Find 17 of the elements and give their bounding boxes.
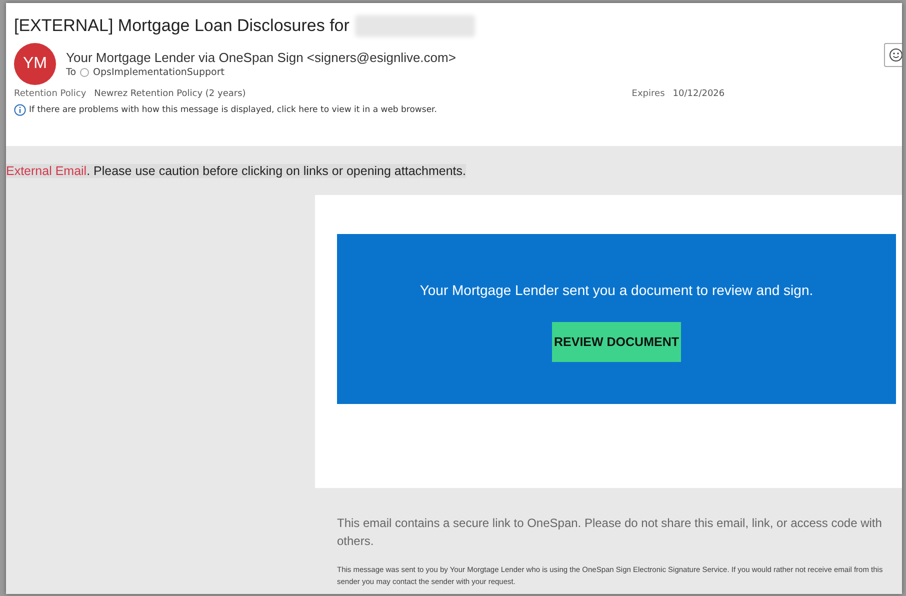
review-document-button[interactable]: REVIEW DOCUMENT — [552, 322, 681, 362]
retention-policy: Newrez Retention Policy (2 years) — [94, 89, 246, 99]
expires-date: 10/12/2026 — [672, 89, 725, 99]
expires-label: Expires — [632, 89, 665, 99]
retention-label: Retention Policy — [14, 89, 86, 99]
sender-address: Your Mortgage Lender via OneSpan Sign <signers@esignlive.com> — [66, 50, 457, 65]
email-subject: [EXTERNAL] Mortgage Loan Disclosures for — [14, 16, 350, 36]
info-icon — [14, 104, 26, 116]
recipient-name: OpsImplementationSupport — [93, 67, 224, 78]
sender-avatar: YM — [14, 43, 56, 85]
review-message: Your Mortgage Lender sent you a document to review and sign. — [420, 282, 814, 298]
external-warning: External Email. Please use caution before clicking on links or opening attachments. — [6, 164, 466, 178]
presence-icon — [80, 68, 90, 77]
emoji-button[interactable] — [884, 43, 902, 67]
to-label: To — [66, 67, 76, 78]
security-notice: This email contains a secure link to OneSpan. Please do not share this email, link, or access code with others. — [337, 515, 883, 550]
view-in-browser-link[interactable]: If there are problems with how this message is displayed, click here to view it in a web browser. — [29, 105, 437, 115]
